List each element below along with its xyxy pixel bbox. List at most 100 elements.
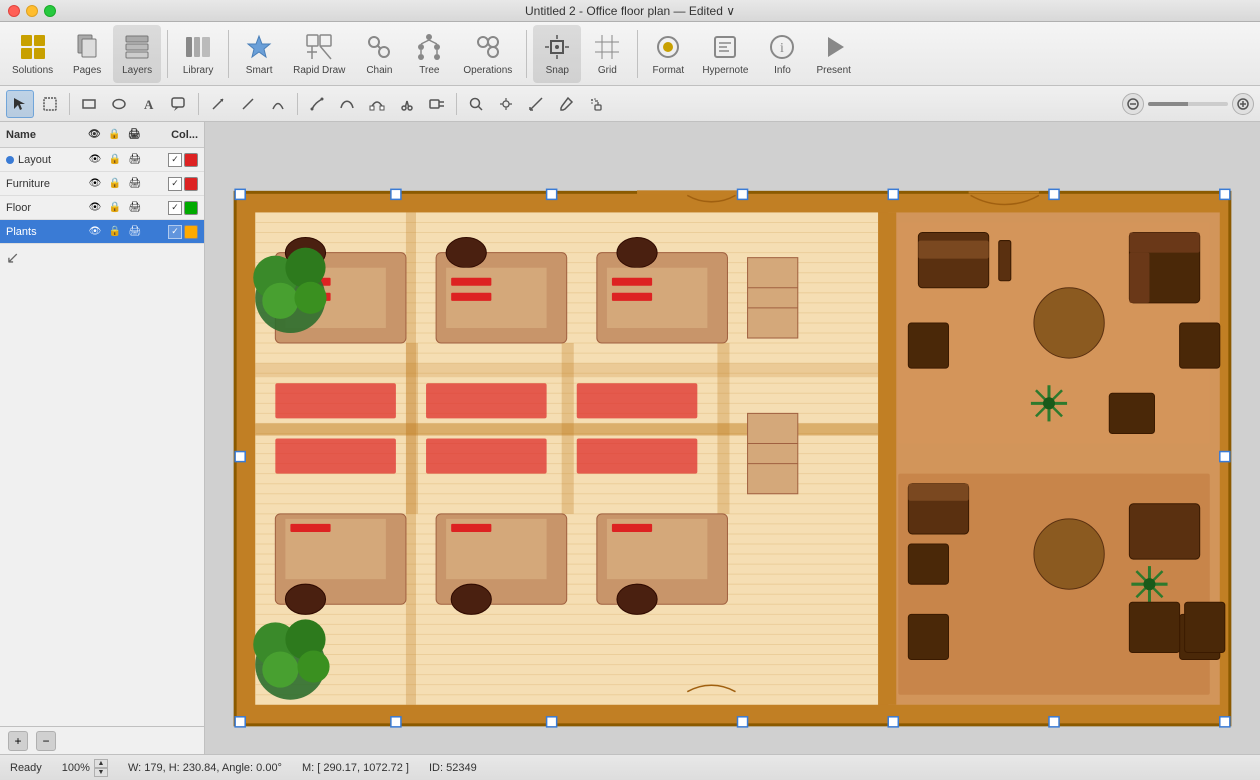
minimize-button[interactable] bbox=[26, 5, 38, 17]
toolbar-separator-1 bbox=[167, 30, 168, 78]
layer-row-furniture[interactable]: Furniture 👁 🔒 🖨 ✓ bbox=[0, 172, 204, 196]
furniture-name: Furniture bbox=[6, 178, 88, 190]
floor-lock-toggle[interactable]: 🔒 bbox=[108, 201, 122, 215]
zoom-step-down[interactable]: ▼ bbox=[94, 768, 108, 777]
toolbar-hypernote[interactable]: Hypernote bbox=[694, 25, 756, 83]
tool-lasso[interactable] bbox=[36, 90, 64, 118]
pages-label: Pages bbox=[73, 65, 101, 76]
layers-print-icon: 🖨 bbox=[128, 129, 148, 140]
tool-sep-1 bbox=[69, 93, 70, 115]
zoom-display: 100% ▲ ▼ bbox=[62, 759, 108, 777]
zoom-slider[interactable] bbox=[1148, 102, 1228, 106]
layout-color-group: ✓ bbox=[148, 153, 198, 167]
layout-lock-toggle[interactable]: 🔒 bbox=[108, 153, 122, 167]
tool-arc[interactable] bbox=[264, 90, 292, 118]
furniture-print-toggle[interactable]: 🖨 bbox=[128, 177, 142, 191]
zoom-in-button[interactable] bbox=[1232, 93, 1254, 115]
toolbar-solutions[interactable]: Solutions bbox=[4, 25, 61, 83]
tool-more[interactable] bbox=[423, 90, 451, 118]
remove-layer-button[interactable]: − bbox=[36, 731, 56, 751]
tool-scissors[interactable] bbox=[393, 90, 421, 118]
tool-pen[interactable] bbox=[303, 90, 331, 118]
tool-pan[interactable] bbox=[492, 90, 520, 118]
floor-print-toggle[interactable]: 🖨 bbox=[128, 201, 142, 215]
solutions-icon bbox=[17, 31, 49, 63]
furniture-color-swatch[interactable] bbox=[184, 177, 198, 191]
floor-color-swatch[interactable] bbox=[184, 201, 198, 215]
tool-callout[interactable] bbox=[165, 90, 193, 118]
toolbar-library[interactable]: Library bbox=[174, 25, 222, 83]
window-controls bbox=[8, 5, 56, 17]
cursor-indicator: ↙ bbox=[0, 244, 204, 272]
tool-arrow[interactable] bbox=[204, 90, 232, 118]
format-icon bbox=[652, 31, 684, 63]
zoom-stepper[interactable]: ▲ ▼ bbox=[94, 759, 108, 777]
tool-measure[interactable] bbox=[522, 90, 550, 118]
toolbar-rapiddraw[interactable]: Rapid Draw bbox=[285, 25, 353, 83]
tool-node[interactable] bbox=[363, 90, 391, 118]
present-icon bbox=[818, 31, 850, 63]
canvas-area[interactable] bbox=[205, 122, 1260, 754]
maximize-button[interactable] bbox=[44, 5, 56, 17]
plants-print-toggle[interactable]: 🖨 bbox=[128, 225, 142, 239]
window-title: Untitled 2 - Office floor plan — Edited … bbox=[525, 4, 735, 18]
sidebar-spacer bbox=[0, 272, 204, 726]
layers-label: Layers bbox=[122, 65, 152, 76]
rapiddraw-icon bbox=[303, 31, 335, 63]
tool-ellipse[interactable] bbox=[105, 90, 133, 118]
plants-color-swatch[interactable] bbox=[184, 225, 198, 239]
tool-text[interactable]: A bbox=[135, 90, 163, 118]
main-toolbar: Solutions Pages Layers Library Smart Rap… bbox=[0, 22, 1260, 86]
chain-icon bbox=[363, 31, 395, 63]
toolbar-grid[interactable]: Grid bbox=[583, 25, 631, 83]
layers-panel-header: Name 👁 🔒 🖨 Col... bbox=[0, 122, 204, 148]
info-icon: i bbox=[766, 31, 798, 63]
add-layer-button[interactable]: + bbox=[8, 731, 28, 751]
toolbar-smart[interactable]: Smart bbox=[235, 25, 283, 83]
layers-vis-icon: 👁 bbox=[88, 129, 108, 140]
tool-bezier[interactable] bbox=[333, 90, 361, 118]
toolbar-present[interactable]: Present bbox=[808, 25, 858, 83]
toolbar-format[interactable]: Format bbox=[644, 25, 692, 83]
toolbar-layers[interactable]: Layers bbox=[113, 25, 161, 83]
toolbar-snap[interactable]: Snap bbox=[533, 25, 581, 83]
tool-sep-3 bbox=[297, 93, 298, 115]
layer-row-floor[interactable]: Floor 👁 🔒 🖨 ✓ bbox=[0, 196, 204, 220]
hypernote-icon bbox=[709, 31, 741, 63]
toolbar-tree[interactable]: Tree bbox=[405, 25, 453, 83]
tool-eyedrop[interactable] bbox=[552, 90, 580, 118]
tool-spray[interactable] bbox=[582, 90, 610, 118]
zoom-step-up[interactable]: ▲ bbox=[94, 759, 108, 768]
zoom-out-button[interactable] bbox=[1122, 93, 1144, 115]
layout-color-swatch[interactable] bbox=[184, 153, 198, 167]
tool-line[interactable] bbox=[234, 90, 262, 118]
layout-vis-toggle[interactable]: 👁 bbox=[88, 153, 102, 167]
grid-label: Grid bbox=[598, 65, 617, 76]
close-button[interactable] bbox=[8, 5, 20, 17]
tool-select[interactable] bbox=[6, 90, 34, 118]
layer-row-plants[interactable]: Plants 👁 🔒 🖨 ✓ bbox=[0, 220, 204, 244]
tool-magnify[interactable] bbox=[462, 90, 490, 118]
tool-rect[interactable] bbox=[75, 90, 103, 118]
layout-print-toggle[interactable]: 🖨 bbox=[128, 153, 142, 167]
toolbar-operations[interactable]: Operations bbox=[455, 25, 520, 83]
toolbar-separator-3 bbox=[526, 30, 527, 78]
toolbar-separator-4 bbox=[637, 30, 638, 78]
furniture-lock-toggle[interactable]: 🔒 bbox=[108, 177, 122, 191]
toolbar-info[interactable]: i Info bbox=[758, 25, 806, 83]
layers-lock-icon: 🔒 bbox=[108, 129, 128, 140]
main-area: Name 👁 🔒 🖨 Col... Layout 👁 🔒 🖨 ✓ Furnitu… bbox=[0, 122, 1260, 754]
floor-vis-toggle[interactable]: 👁 bbox=[88, 201, 102, 215]
smart-label: Smart bbox=[246, 65, 273, 76]
status-bar: Ready 100% ▲ ▼ W: 179, H: 230.84, Angle:… bbox=[0, 754, 1260, 780]
plants-vis-toggle[interactable]: 👁 bbox=[88, 225, 102, 239]
toolbar-separator-2 bbox=[228, 30, 229, 78]
smart-icon bbox=[243, 31, 275, 63]
toolbar-pages[interactable]: Pages bbox=[63, 25, 111, 83]
furniture-vis-toggle[interactable]: 👁 bbox=[88, 177, 102, 191]
floor-plan-canvas[interactable] bbox=[205, 122, 1260, 754]
toolbar-chain[interactable]: Chain bbox=[355, 25, 403, 83]
layer-row-layout[interactable]: Layout 👁 🔒 🖨 ✓ bbox=[0, 148, 204, 172]
svg-text:A: A bbox=[144, 97, 154, 112]
plants-lock-toggle[interactable]: 🔒 bbox=[108, 225, 122, 239]
